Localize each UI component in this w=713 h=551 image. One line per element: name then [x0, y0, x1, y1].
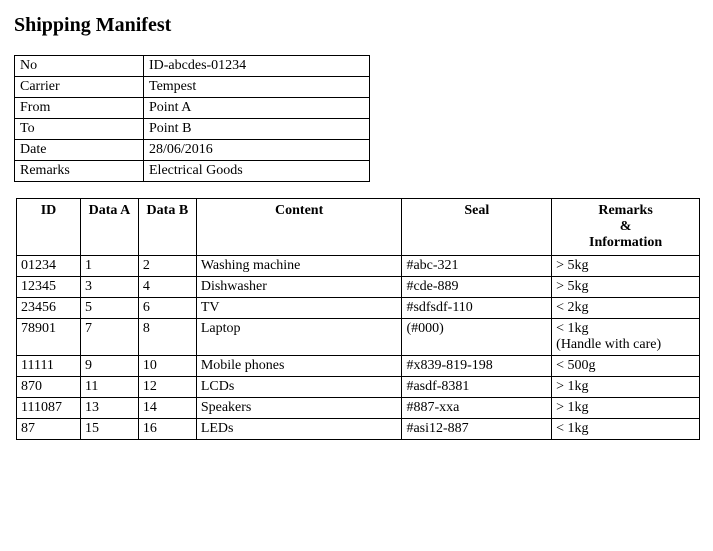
cell-id: 01234 [17, 256, 81, 277]
cell-data-a: 5 [80, 298, 138, 319]
meta-row: Date28/06/2016 [15, 140, 370, 161]
meta-key: From [15, 98, 144, 119]
cell-remarks: < 1kg [552, 419, 700, 440]
table-row: 1110871314Speakers#887-xxa> 1kg [17, 398, 700, 419]
table-row: 1234534Dishwasher#cde-889> 5kg [17, 277, 700, 298]
cell-content: Laptop [196, 319, 402, 356]
cell-data-a: 15 [80, 419, 138, 440]
cell-data-a: 11 [80, 377, 138, 398]
cell-data-b: 4 [138, 277, 196, 298]
meta-row: FromPoint A [15, 98, 370, 119]
meta-value: ID-abcdes-01234 [144, 56, 370, 77]
cell-remarks: < 500g [552, 356, 700, 377]
col-remarks: Remarks&Information [552, 199, 700, 256]
meta-row: ToPoint B [15, 119, 370, 140]
cell-seal: #asdf-8381 [402, 377, 552, 398]
cell-id: 78901 [17, 319, 81, 356]
cell-id: 111087 [17, 398, 81, 419]
cell-remarks: < 1kg(Handle with care) [552, 319, 700, 356]
meta-value: Tempest [144, 77, 370, 98]
cell-seal: #abc-321 [402, 256, 552, 277]
cell-data-b: 8 [138, 319, 196, 356]
col-data-a: Data A [80, 199, 138, 256]
cell-data-a: 13 [80, 398, 138, 419]
cell-id: 12345 [17, 277, 81, 298]
cell-content: Speakers [196, 398, 402, 419]
cell-content: LCDs [196, 377, 402, 398]
cell-data-a: 9 [80, 356, 138, 377]
meta-row: NoID-abcdes-01234 [15, 56, 370, 77]
meta-row: RemarksElectrical Goods [15, 161, 370, 182]
manifest-items-table: ID Data A Data B Content Seal Remarks&In… [16, 198, 700, 440]
meta-key: Date [15, 140, 144, 161]
meta-value: Point B [144, 119, 370, 140]
cell-id: 87 [17, 419, 81, 440]
table-row: 0123412Washing machine#abc-321> 5kg [17, 256, 700, 277]
table-row: 871516LEDs#asi12-887< 1kg [17, 419, 700, 440]
cell-content: TV [196, 298, 402, 319]
cell-remarks: > 5kg [552, 277, 700, 298]
cell-remarks: > 5kg [552, 256, 700, 277]
cell-seal: #x839-819-198 [402, 356, 552, 377]
cell-seal: #asi12-887 [402, 419, 552, 440]
meta-value: Electrical Goods [144, 161, 370, 182]
cell-data-b: 6 [138, 298, 196, 319]
col-id: ID [17, 199, 81, 256]
col-seal: Seal [402, 199, 552, 256]
cell-content: Mobile phones [196, 356, 402, 377]
cell-seal: #cde-889 [402, 277, 552, 298]
cell-seal: #sdfsdf-110 [402, 298, 552, 319]
cell-id: 23456 [17, 298, 81, 319]
cell-remarks: < 2kg [552, 298, 700, 319]
items-header-row: ID Data A Data B Content Seal Remarks&In… [17, 199, 700, 256]
col-content: Content [196, 199, 402, 256]
meta-value: Point A [144, 98, 370, 119]
manifest-meta-table: NoID-abcdes-01234CarrierTempestFromPoint… [14, 55, 370, 182]
cell-remarks: > 1kg [552, 377, 700, 398]
cell-data-a: 7 [80, 319, 138, 356]
cell-id: 870 [17, 377, 81, 398]
cell-content: Dishwasher [196, 277, 402, 298]
cell-data-b: 12 [138, 377, 196, 398]
cell-data-b: 14 [138, 398, 196, 419]
col-data-b: Data B [138, 199, 196, 256]
table-row: 8701112LCDs#asdf-8381> 1kg [17, 377, 700, 398]
cell-content: LEDs [196, 419, 402, 440]
cell-seal: (#000) [402, 319, 552, 356]
table-row: 11111910Mobile phones#x839-819-198< 500g [17, 356, 700, 377]
meta-value: 28/06/2016 [144, 140, 370, 161]
cell-remarks: > 1kg [552, 398, 700, 419]
meta-key: To [15, 119, 144, 140]
table-row: 2345656TV#sdfsdf-110< 2kg [17, 298, 700, 319]
cell-data-b: 2 [138, 256, 196, 277]
meta-row: CarrierTempest [15, 77, 370, 98]
cell-id: 11111 [17, 356, 81, 377]
page-title: Shipping Manifest [14, 14, 713, 37]
cell-data-a: 3 [80, 277, 138, 298]
cell-seal: #887-xxa [402, 398, 552, 419]
meta-key: No [15, 56, 144, 77]
cell-content: Washing machine [196, 256, 402, 277]
meta-key: Carrier [15, 77, 144, 98]
cell-data-b: 16 [138, 419, 196, 440]
meta-key: Remarks [15, 161, 144, 182]
cell-data-a: 1 [80, 256, 138, 277]
cell-data-b: 10 [138, 356, 196, 377]
table-row: 7890178Laptop(#000)< 1kg(Handle with car… [17, 319, 700, 356]
